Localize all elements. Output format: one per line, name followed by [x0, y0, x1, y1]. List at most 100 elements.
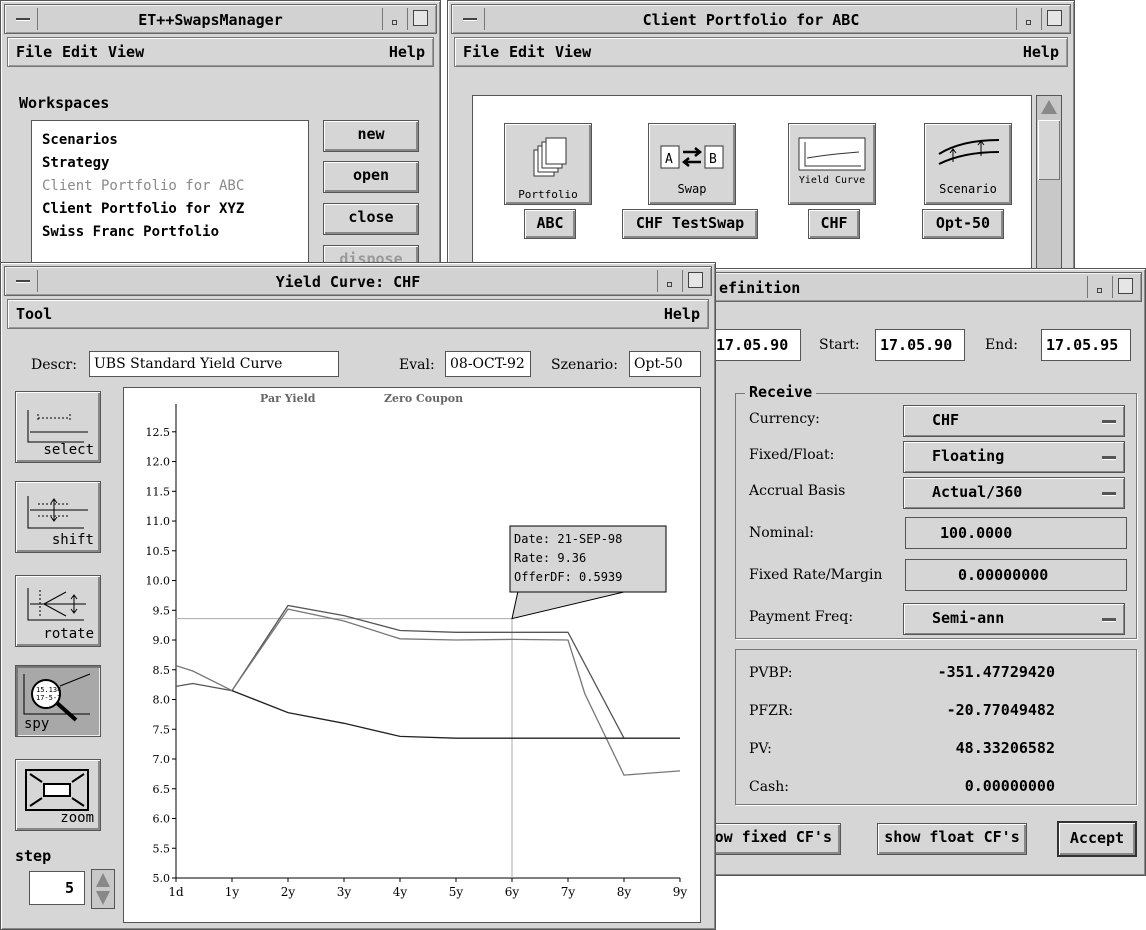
workspace-item[interactable]: Scenarios: [42, 129, 244, 152]
select-tool[interactable]: select: [15, 391, 101, 463]
svg-text:15.134: 15.134: [36, 686, 61, 694]
start-date-field[interactable]: 17.05.90: [875, 329, 965, 361]
pvbp-value: -351.47729420: [937, 663, 1055, 681]
menu-edit[interactable]: Edit: [62, 43, 98, 61]
select-icon: [27, 410, 88, 443]
chart-panel[interactable]: 12.5 12.0 11.5 11.0 10.5 10.0 9.5 9.0 8.5 8.0 7.5 7…: [123, 387, 701, 923]
yield-curve-icon-label: Yield Curve: [798, 175, 866, 186]
results-group: [735, 649, 1137, 805]
close-button[interactable]: close: [323, 203, 419, 235]
legend-entry: Par Yield: [260, 392, 316, 405]
zoom-tool[interactable]: zoom: [15, 759, 101, 831]
menu-file[interactable]: File: [463, 43, 499, 61]
yield-curve-chart[interactable]: 12.5 12.0 11.5 11.0 10.5 10.0 9.5 9.0 8.5 8.0 7.5 7…: [124, 388, 700, 922]
accrual-basis-select[interactable]: Actual/360: [903, 477, 1125, 509]
step-down-icon[interactable]: [96, 891, 110, 905]
new-button[interactable]: new: [323, 120, 419, 152]
portfolio-item-opt-50[interactable]: Opt-50: [922, 209, 1004, 239]
menu-file[interactable]: File: [16, 43, 52, 61]
window-menu-icon[interactable]: [8, 8, 38, 30]
accept-button[interactable]: Accept: [1057, 821, 1137, 857]
y-tick-label: 8.5: [153, 664, 171, 677]
menu-edit[interactable]: Edit: [509, 43, 545, 61]
zoom-icon: [25, 769, 89, 811]
portfolio-icon[interactable]: Portfolio: [504, 123, 592, 205]
fixed-float-select[interactable]: Floating: [903, 441, 1125, 473]
show-fixed-cf-button[interactable]: ow fixed CF's: [711, 823, 841, 855]
swap-icon-label: Swap: [677, 182, 707, 196]
spy-tool[interactable]: 15.134 17-5-7 spy: [15, 665, 101, 737]
x-tick-label: 6y: [505, 885, 520, 899]
end-date-field[interactable]: 17.05.95: [1041, 329, 1131, 361]
descr-field[interactable]: UBS Standard Yield Curve: [89, 351, 339, 377]
window-title: efinition: [719, 279, 801, 297]
menu-tool[interactable]: Tool: [16, 305, 52, 323]
workspaces-list[interactable]: Scenarios Strategy Client Portfolio for AB…: [31, 120, 309, 272]
minimize-icon[interactable]: [1087, 276, 1111, 298]
y-tick-label: 12.5: [146, 426, 171, 439]
yield-curve-window: Yield Curve: CHF Tool Help Descr: UBS St…: [0, 262, 716, 930]
x-tick-label: 4y: [393, 885, 408, 899]
workspace-item[interactable]: Client Portfolio for ABC: [42, 175, 244, 198]
y-tick-label: 5.5: [153, 842, 171, 855]
shift-tool[interactable]: shift: [15, 481, 101, 553]
yield-curve-titlebar[interactable]: Yield Curve: CHF: [4, 266, 712, 296]
menu-help[interactable]: Help: [664, 305, 700, 323]
window-menu-icon[interactable]: [8, 270, 38, 292]
step-field[interactable]: 5: [29, 871, 85, 905]
menu-view[interactable]: View: [555, 43, 591, 61]
currency-label: Currency:: [749, 411, 820, 427]
menubar: File Edit View Help: [454, 37, 1068, 67]
menu-help[interactable]: Help: [389, 43, 425, 61]
maximize-icon[interactable]: [1041, 8, 1067, 30]
szenario-field[interactable]: Opt-50: [629, 351, 701, 377]
minimize-icon[interactable]: [657, 270, 681, 292]
x-tick-label: 7y: [561, 885, 576, 899]
step-stepper[interactable]: [91, 869, 115, 909]
swap-icon[interactable]: A B Swap: [648, 123, 736, 205]
open-button[interactable]: open: [323, 161, 419, 193]
show-float-cf-button[interactable]: show float CF's: [877, 823, 1027, 855]
menubar: File Edit View Help: [7, 37, 434, 67]
y-tick-label: 7.5: [153, 723, 171, 736]
scroll-thumb[interactable]: [1038, 120, 1060, 180]
currency-select[interactable]: CHF: [903, 405, 1125, 437]
cash-value: 0.00000000: [964, 777, 1055, 795]
eval-field[interactable]: 08-OCT-92: [445, 351, 531, 377]
y-tick-label: 9.5: [153, 604, 171, 617]
portfolio-item-chf[interactable]: CHF: [808, 209, 860, 239]
descr-label: Descr:: [31, 357, 77, 373]
workspace-item[interactable]: Swiss Franc Portfolio: [42, 221, 244, 244]
maximize-icon[interactable]: [407, 8, 433, 30]
swaps-manager-titlebar[interactable]: ET++SwapsManager: [4, 4, 437, 34]
rotate-icon: [27, 588, 86, 621]
window-title: Client Portfolio for ABC: [642, 11, 860, 29]
y-tick-label: 12.0: [146, 456, 171, 469]
rotate-tool[interactable]: rotate: [15, 575, 101, 647]
workspace-item[interactable]: Client Portfolio for XYZ: [42, 198, 244, 221]
fixed-rate-field[interactable]: 0.00000000: [905, 559, 1127, 591]
workspace-item[interactable]: Strategy: [42, 152, 244, 175]
workspaces-label: Workspaces: [19, 94, 110, 112]
payment-freq-select[interactable]: Semi-ann: [903, 603, 1125, 635]
scroll-up-icon[interactable]: [1041, 100, 1057, 114]
portfolio-item-abc[interactable]: ABC: [524, 209, 576, 239]
step-up-icon[interactable]: [96, 873, 110, 887]
maximize-icon[interactable]: [1112, 276, 1138, 298]
nominal-field[interactable]: 100.0000: [905, 517, 1127, 549]
scenario-icon[interactable]: Scenario: [924, 123, 1012, 205]
y-tick-label: 7.0: [153, 753, 171, 766]
definition-titlebar[interactable]: efinition: [694, 272, 1142, 302]
minimize-icon[interactable]: [382, 8, 406, 30]
tooltip-rate: Rate: 9.36: [514, 551, 586, 565]
window-menu-icon[interactable]: [455, 8, 485, 30]
yield-curve-icon[interactable]: Yield Curve: [788, 123, 876, 205]
menu-view[interactable]: View: [108, 43, 144, 61]
portfolio-titlebar[interactable]: Client Portfolio for ABC: [451, 4, 1071, 34]
portfolio-item-chf-testswap[interactable]: CHF TestSwap: [622, 209, 758, 239]
menu-help[interactable]: Help: [1023, 43, 1059, 61]
maximize-icon[interactable]: [682, 270, 708, 292]
minimize-icon[interactable]: [1016, 8, 1040, 30]
trade-date-field[interactable]: 17.05.90: [711, 329, 801, 361]
portfolio-scrollbar[interactable]: [1036, 95, 1062, 271]
